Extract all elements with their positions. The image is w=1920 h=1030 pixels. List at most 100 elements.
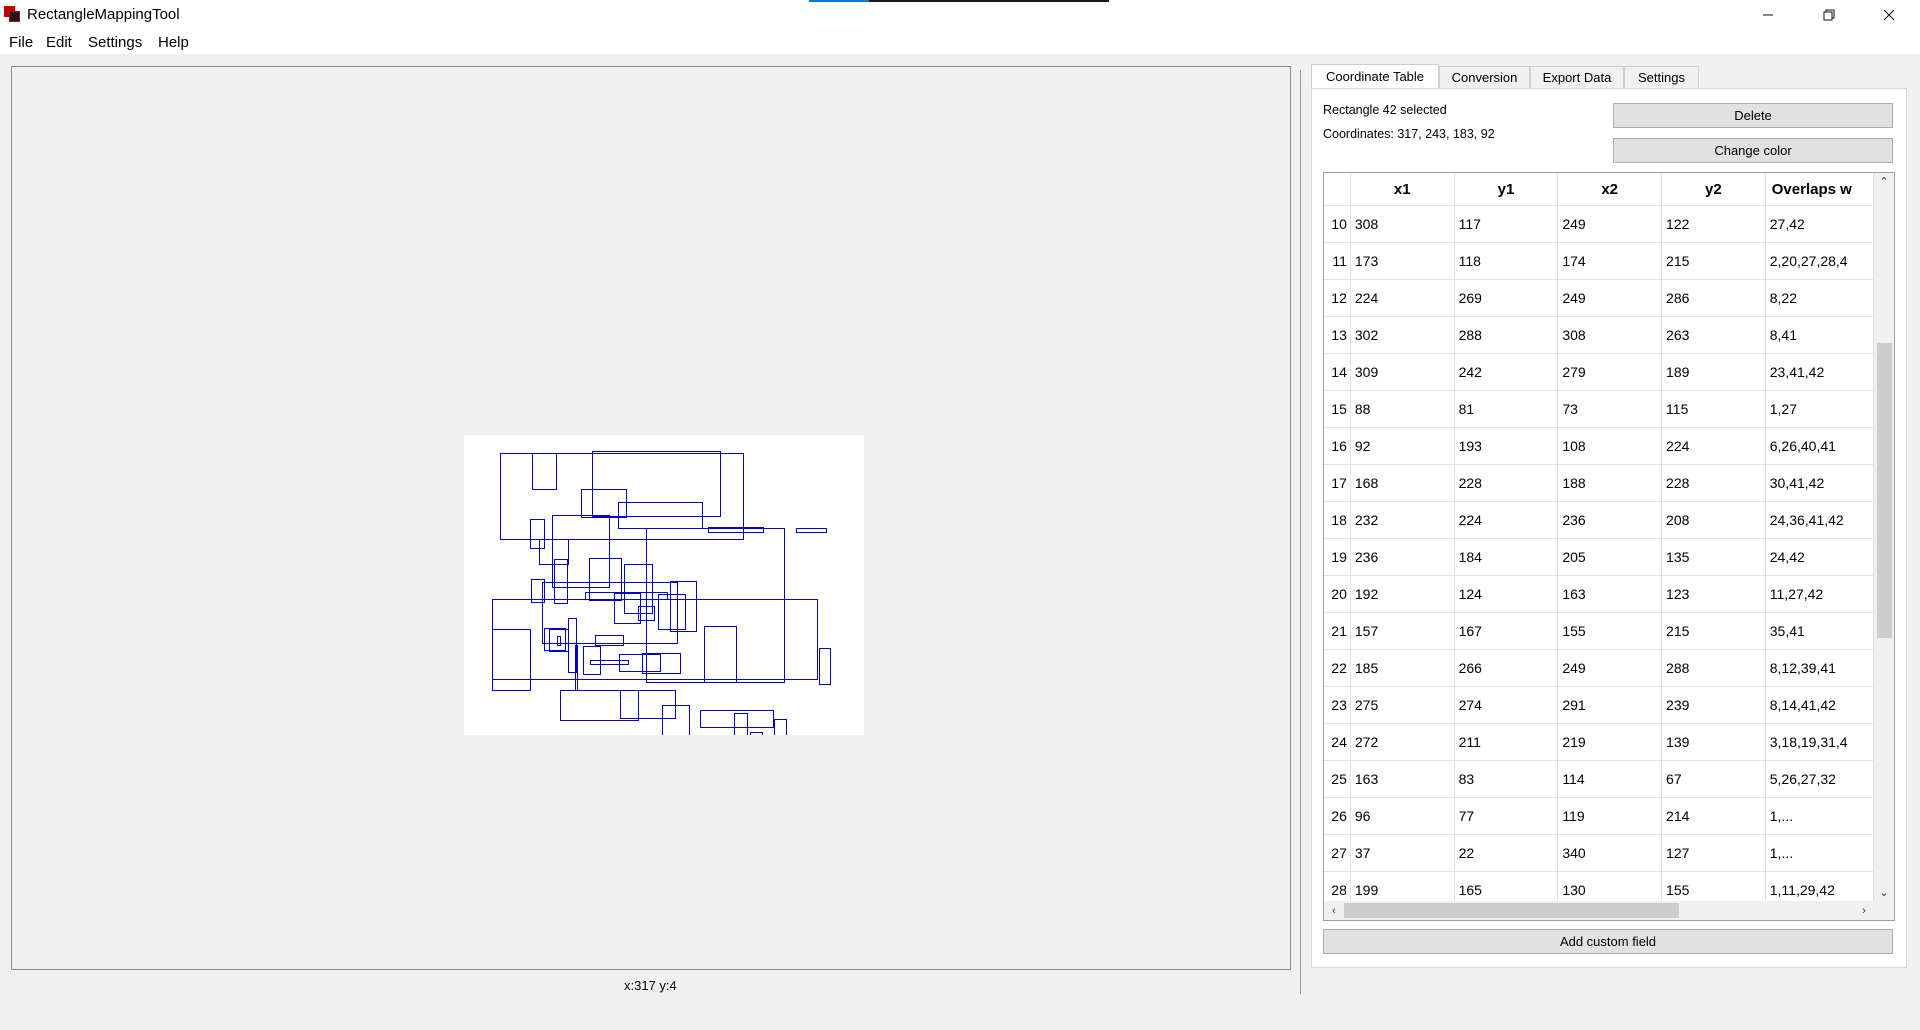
table-cell[interactable]: 274	[1454, 686, 1559, 724]
table-cell[interactable]: 92	[1350, 427, 1455, 465]
table-cell[interactable]: 8,12,39,41	[1765, 649, 1874, 687]
table-cell[interactable]: 124	[1454, 575, 1559, 613]
table-row[interactable]: 18 232 224 236 208 24,36,41,42	[1324, 501, 1874, 539]
scroll-up-arrow-icon[interactable]: ⌃	[1874, 173, 1894, 190]
add-custom-field-button[interactable]: Add custom field	[1323, 929, 1893, 954]
row-header[interactable]: 16	[1324, 427, 1351, 465]
table-cell[interactable]: 224	[1661, 427, 1766, 465]
table-cell[interactable]: 127	[1661, 834, 1766, 872]
row-header[interactable]: 12	[1324, 279, 1351, 317]
table-cell[interactable]: 232	[1350, 501, 1455, 539]
table-cell[interactable]: 155	[1557, 612, 1663, 650]
mapped-rectangle[interactable]	[492, 629, 531, 691]
row-header[interactable]: 15	[1324, 390, 1351, 428]
table-cell[interactable]: 81	[1454, 390, 1559, 428]
tab-coordinate-table[interactable]: Coordinate Table	[1311, 64, 1439, 88]
mapped-rectangle[interactable]	[734, 713, 748, 745]
scroll-right-arrow-icon[interactable]: ›	[1854, 901, 1874, 920]
tab-conversion[interactable]: Conversion	[1439, 66, 1530, 88]
table-cell[interactable]: 199	[1350, 871, 1455, 901]
table-cell[interactable]: 269	[1454, 279, 1559, 317]
restore-button[interactable]	[1806, 0, 1852, 29]
table-cell[interactable]: 174	[1557, 242, 1663, 280]
rectangles-canvas[interactable]	[464, 435, 864, 746]
table-cell[interactable]: 288	[1454, 316, 1559, 354]
scroll-down-arrow-icon[interactable]: ⌄	[1874, 884, 1894, 901]
mapped-rectangle[interactable]	[589, 558, 622, 601]
table-cell[interactable]: 119	[1557, 797, 1663, 835]
table-row[interactable]: 12 224 269 249 286 8,22	[1324, 279, 1874, 317]
table-cell[interactable]: 288	[1661, 649, 1766, 687]
row-header[interactable]: 13	[1324, 316, 1351, 354]
table-cell[interactable]: 122	[1661, 205, 1766, 243]
table-cell[interactable]: 22	[1454, 834, 1559, 872]
table-cell[interactable]: 130	[1557, 871, 1663, 901]
table-cell[interactable]: 108	[1557, 427, 1663, 465]
table-cell[interactable]: 215	[1661, 612, 1766, 650]
table-cell[interactable]: 1,...	[1765, 797, 1874, 835]
row-header[interactable]: 11	[1324, 242, 1351, 280]
table-row[interactable]: 20 192 124 163 123 11,27,42	[1324, 575, 1874, 613]
menu-settings[interactable]: Settings	[88, 34, 142, 51]
table-cell[interactable]: 249	[1557, 649, 1663, 687]
mapped-rectangle[interactable]	[796, 528, 827, 533]
table-cell[interactable]: 275	[1350, 686, 1455, 724]
mapped-rectangle[interactable]	[592, 451, 721, 517]
tab-settings[interactable]: Settings	[1624, 66, 1699, 88]
table-cell[interactable]: 272	[1350, 723, 1455, 761]
table-row[interactable]: 21 157 167 155 215 35,41	[1324, 612, 1874, 650]
mapped-rectangle[interactable]	[646, 528, 785, 683]
table-horizontal-scrollbar[interactable]: ‹ ›	[1324, 901, 1894, 920]
mapped-rectangle[interactable]	[530, 519, 545, 549]
table-cell[interactable]: 224	[1454, 501, 1559, 539]
table-cell[interactable]: 211	[1454, 723, 1559, 761]
table-row[interactable]: 16 92 193 108 224 6,26,40,41	[1324, 427, 1874, 465]
change-color-button[interactable]: Change color	[1613, 138, 1893, 163]
table-cell[interactable]: 24,36,41,42	[1765, 501, 1874, 539]
table-cell[interactable]: 224	[1350, 279, 1455, 317]
table-cell[interactable]: 219	[1557, 723, 1663, 761]
mapped-rectangle[interactable]	[500, 453, 744, 540]
row-header[interactable]: 23	[1324, 686, 1351, 724]
table-row[interactable]: 15 88 81 73 115 1,27	[1324, 390, 1874, 428]
table-cell[interactable]: 118	[1454, 242, 1559, 280]
table-cell[interactable]: 308	[1557, 316, 1663, 354]
table-cell[interactable]: 35,41	[1765, 612, 1874, 650]
drawing-area[interactable]	[464, 435, 864, 746]
column-header-y1[interactable]: y1	[1454, 173, 1559, 206]
mapped-rectangle[interactable]	[774, 719, 787, 746]
table-row[interactable]: 17 168 228 188 228 30,41,42	[1324, 464, 1874, 502]
column-header-x1[interactable]: x1	[1350, 173, 1455, 206]
table-cell[interactable]: 117	[1454, 205, 1559, 243]
table-row[interactable]: 14 309 242 279 189 23,41,42	[1324, 353, 1874, 391]
row-header[interactable]: 24	[1324, 723, 1351, 761]
table-row[interactable]: 24 272 211 219 139 3,18,19,31,4	[1324, 723, 1874, 761]
coordinate-table[interactable]: x1 y1 x2 y2 Overlaps w 10 308 117 249 122 27,…	[1323, 172, 1895, 921]
mapped-rectangle[interactable]	[552, 515, 610, 588]
vertical-scroll-thumb[interactable]	[1877, 343, 1892, 638]
column-header-x2[interactable]: x2	[1557, 173, 1663, 206]
table-cell[interactable]: 228	[1454, 464, 1559, 502]
table-row[interactable]: 23 275 274 291 239 8,14,41,42	[1324, 686, 1874, 724]
row-header[interactable]: 25	[1324, 760, 1351, 798]
table-cell[interactable]: 1,...	[1765, 834, 1874, 872]
table-cell[interactable]: 157	[1350, 612, 1455, 650]
row-header[interactable]: 10	[1324, 205, 1351, 243]
row-header[interactable]: 28	[1324, 871, 1351, 901]
table-cell[interactable]: 308	[1350, 205, 1455, 243]
table-cell[interactable]: 83	[1454, 760, 1559, 798]
table-cell[interactable]: 249	[1557, 279, 1663, 317]
minimize-button[interactable]	[1745, 0, 1791, 29]
scroll-left-arrow-icon[interactable]: ‹	[1324, 901, 1344, 920]
row-header[interactable]: 14	[1324, 353, 1351, 391]
table-corner[interactable]	[1324, 173, 1351, 206]
table-cell[interactable]: 168	[1350, 464, 1455, 502]
table-cell[interactable]: 30,41,42	[1765, 464, 1874, 502]
canvas-panel[interactable]	[11, 66, 1291, 970]
table-cell[interactable]: 291	[1557, 686, 1663, 724]
table-row[interactable]: 28 199 165 130 155 1,11,29,42	[1324, 871, 1874, 901]
table-cell[interactable]: 135	[1661, 538, 1766, 576]
mapped-rectangle[interactable]	[642, 653, 681, 674]
table-cell[interactable]: 193	[1454, 427, 1559, 465]
table-cell[interactable]: 184	[1454, 538, 1559, 576]
